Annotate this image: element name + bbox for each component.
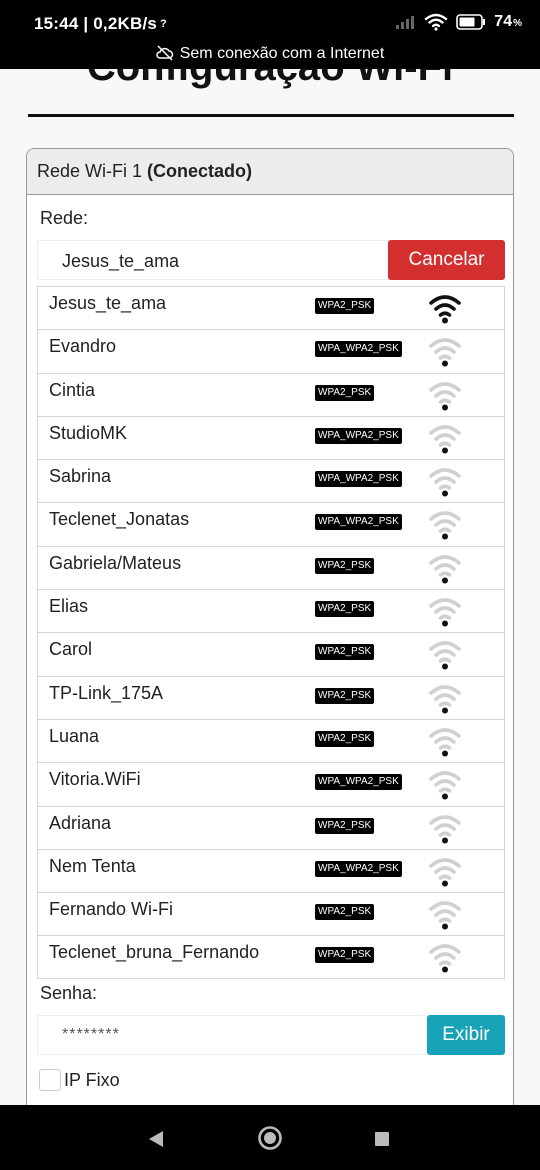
network-name: Cintia	[49, 379, 96, 400]
network-name: Nem Tenta	[49, 855, 136, 876]
security-badge: WPA_WPA2_PSK	[315, 774, 402, 791]
security-badge: WPA_WPA2_PSK	[315, 860, 402, 877]
security-badge: WPA_WPA2_PSK	[315, 427, 402, 444]
security-badge: WPA2_PSK	[315, 817, 375, 834]
network-label: Rede:	[40, 208, 89, 228]
status-icons: 74%	[396, 13, 522, 31]
network-row[interactable]: Adriana WPA2_PSK	[37, 805, 505, 849]
network-row[interactable]: Jesus_te_ama WPA2_PSK	[37, 286, 505, 330]
question-icon: ?	[160, 18, 167, 30]
network-name: Elias	[49, 596, 89, 617]
offline-text: Sem conexão com a Internet	[179, 45, 385, 62]
network-input[interactable]: Jesus_te_ama	[37, 240, 389, 280]
security-badge: WPA2_PSK	[315, 947, 375, 964]
back-icon[interactable]	[147, 1129, 165, 1149]
wifi-signal-icon	[428, 682, 462, 719]
network-row[interactable]: Gabriela/Mateus WPA2_PSK	[37, 545, 505, 590]
network-name: Jesus_te_ama	[49, 293, 167, 313]
cancel-button[interactable]: Cancelar	[388, 240, 505, 280]
cloud-off-icon	[156, 45, 173, 61]
network-name: Vitoria.WiFi	[49, 769, 141, 790]
network-row[interactable]: Luana WPA2_PSK	[37, 718, 505, 763]
wifi-signal-icon	[428, 898, 462, 935]
title-divider	[28, 114, 514, 117]
card-header: Rede Wi-Fi 1 (Conectado)	[27, 149, 513, 195]
network-name: Adriana	[49, 812, 112, 833]
password-input[interactable]: ********	[37, 1015, 427, 1055]
wifi-signal-icon	[428, 379, 462, 416]
wifi-signal-icon	[428, 638, 462, 675]
security-badge: WPA2_PSK	[315, 904, 375, 921]
network-name: Evandro	[49, 336, 117, 357]
network-name: Sabrina	[49, 466, 112, 487]
security-badge: WPA_WPA2_PSK	[315, 471, 402, 488]
wifi-signal-icon	[428, 508, 462, 545]
network-row[interactable]: Fernando Wi-Fi WPA2_PSK	[37, 892, 505, 936]
fixed-ip-checkbox[interactable]	[39, 1069, 61, 1091]
network-name: Gabriela/Mateus	[49, 552, 182, 573]
network-list: Jesus_te_ama WPA2_PSK Evandro WPA_WPA2_PSK C…	[37, 286, 505, 979]
wifi-signal-icon	[428, 465, 462, 502]
wifi-signal-icon	[428, 595, 462, 632]
network-name: Teclenet_Jonatas	[49, 509, 190, 530]
connection-status: (Conectado)	[147, 161, 253, 181]
battery-unit: %	[513, 18, 522, 29]
wifi-signal-icon	[428, 422, 462, 459]
network-row[interactable]: Evandro WPA_WPA2_PSK	[37, 329, 505, 373]
wifi-signal-icon	[428, 335, 462, 372]
network-row[interactable]: StudioMK WPA_WPA2_PSK	[37, 415, 505, 460]
network-row[interactable]: Cintia WPA2_PSK	[37, 372, 505, 416]
network-row[interactable]: Carol WPA2_PSK	[37, 632, 505, 676]
network-row[interactable]: Teclenet_Jonatas WPA_WPA2_PSK	[37, 502, 505, 546]
network-row[interactable]: Sabrina WPA_WPA2_PSK	[37, 459, 505, 503]
wifi-config-card: Rede Wi-Fi 1 (Conectado) Rede: Jesus_te_…	[26, 148, 514, 1128]
network-row[interactable]: TP-Link_175A WPA2_PSK	[37, 675, 505, 719]
network-name: Fernando Wi-Fi	[49, 899, 174, 920]
cell-signal-icon	[396, 16, 415, 29]
security-badge: WPA2_PSK	[315, 384, 375, 401]
network-row[interactable]: Teclenet_bruna_Fernando WPA2_PSK	[37, 935, 505, 979]
wifi-signal-icon	[428, 552, 462, 589]
wifi-signal-icon	[428, 292, 462, 329]
security-badge: WPA_WPA2_PSK	[315, 514, 402, 531]
home-icon[interactable]	[257, 1125, 283, 1151]
fixed-ip-label: IP Fixo	[64, 1070, 120, 1090]
wifi-status-icon	[425, 13, 448, 31]
network-name: Teclenet_bruna_Fernando	[49, 942, 260, 963]
security-badge: WPA2_PSK	[315, 298, 375, 314]
battery-level: 74	[494, 13, 513, 30]
card-header-title: Rede Wi-Fi 1	[37, 161, 143, 181]
network-row[interactable]: Vitoria.WiFi WPA_WPA2_PSK	[37, 762, 505, 806]
security-badge: WPA_WPA2_PSK	[315, 341, 402, 358]
status-bar: 15:44 | 0,2KB/s? 74% Sem conexão com a I…	[0, 0, 540, 69]
security-badge: WPA2_PSK	[315, 557, 375, 574]
wifi-signal-icon	[428, 768, 462, 805]
show-password-button[interactable]: Exibir	[427, 1015, 505, 1055]
password-label: Senha:	[40, 983, 98, 1003]
security-badge: WPA2_PSK	[315, 644, 375, 661]
offline-banner: Sem conexão com a Internet	[0, 45, 540, 63]
time-speed-text: 15:44 | 0,2KB/s	[34, 14, 158, 33]
navigation-bar	[0, 1105, 540, 1170]
security-badge: WPA2_PSK	[315, 601, 375, 618]
network-row[interactable]: Nem Tenta WPA_WPA2_PSK	[37, 848, 505, 893]
network-row[interactable]: Elias WPA2_PSK	[37, 589, 505, 633]
wifi-signal-icon	[428, 725, 462, 762]
recent-apps-icon[interactable]	[374, 1131, 390, 1147]
wifi-signal-icon	[428, 941, 462, 978]
security-badge: WPA2_PSK	[315, 730, 375, 747]
network-name: Luana	[49, 725, 100, 746]
network-name: TP-Link_175A	[49, 682, 164, 703]
status-time-speed: 15:44 | 0,2KB/s?	[34, 14, 167, 34]
network-name: Carol	[49, 639, 93, 660]
wifi-signal-icon	[428, 812, 462, 849]
network-name: StudioMK	[49, 422, 128, 443]
battery-icon	[456, 14, 486, 30]
security-badge: WPA2_PSK	[315, 687, 375, 704]
wifi-signal-icon	[428, 855, 462, 892]
